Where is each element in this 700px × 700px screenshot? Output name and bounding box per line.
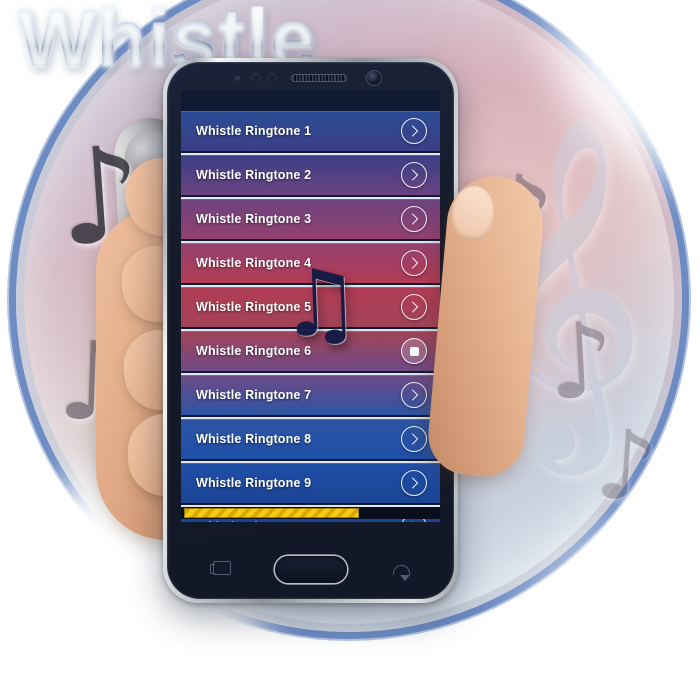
- home-button[interactable]: [274, 556, 347, 583]
- ringtone-row[interactable]: Whistle Ringtone 9: [181, 463, 440, 503]
- ringtone-row[interactable]: Whistle Ringtone 8: [181, 419, 440, 459]
- ringtone-label: Whistle Ringtone 8: [196, 432, 312, 446]
- back-icon[interactable]: [393, 565, 410, 581]
- stop-button[interactable]: [401, 338, 427, 364]
- chevron-right-icon: [406, 125, 419, 137]
- chevron-right-icon: [406, 433, 419, 445]
- play-chevron-button[interactable]: [401, 382, 427, 408]
- play-chevron-button[interactable]: [401, 206, 427, 232]
- ringtone-label: Whistle Ringtone 2: [196, 168, 312, 182]
- phone-sensor-row: [167, 71, 454, 85]
- screenshot-stage: 𝄞 ♪ ♪ ♪ ♪ ♪ Whistle Whistle Ringtone 1Wh…: [0, 0, 700, 700]
- play-chevron-button[interactable]: [401, 470, 427, 496]
- ringtone-row[interactable]: Whistle Ringtone 6: [181, 331, 440, 371]
- chevron-right-icon: [406, 389, 419, 401]
- earpiece-speaker-icon: [291, 74, 347, 82]
- light-sensor-icon: [267, 73, 277, 83]
- ringtone-label: Whistle Ringtone 9: [196, 476, 312, 490]
- ringtone-list[interactable]: Whistle Ringtone 1 Whistle Ringtone 2 Whis…: [181, 111, 440, 522]
- front-camera-icon: [367, 71, 381, 85]
- ringtone-row[interactable]: Whistle Ringtone 2: [181, 155, 440, 195]
- play-chevron-button[interactable]: [401, 294, 427, 320]
- phone-device: Whistle Ringtone 1 Whistle Ringtone 2 Whis…: [163, 58, 458, 603]
- stop-icon: [409, 346, 419, 356]
- ringtone-row[interactable]: Whistle Ringtone 7: [181, 375, 440, 415]
- ringtone-row[interactable]: Whistle Ringtone 1: [181, 111, 440, 151]
- ringtone-label: Whistle Ringtone 1: [196, 124, 312, 138]
- ringtone-label: Whistle Ringtone 3: [196, 212, 312, 226]
- chevron-right-icon: [406, 169, 419, 181]
- chevron-right-icon: [406, 257, 419, 269]
- phone-screen: Whistle Ringtone 1 Whistle Ringtone 2 Whis…: [181, 90, 440, 522]
- ringtone-label: Whistle Ringtone 10: [181, 520, 401, 522]
- play-chevron-button[interactable]: [401, 118, 427, 144]
- play-chevron-button[interactable]: [401, 162, 427, 188]
- ringtone-label: Whistle Ringtone 5: [196, 300, 312, 314]
- chevron-right-icon: [406, 477, 419, 489]
- ringtone-row[interactable]: Whistle Ringtone 3: [181, 199, 440, 239]
- proximity-sensor-icon: [235, 76, 240, 81]
- ringtone-label: Whistle Ringtone 7: [196, 388, 312, 402]
- play-chevron-button[interactable]: [401, 426, 427, 452]
- play-chevron-button[interactable]: [401, 250, 427, 276]
- ringtone-row[interactable]: Whistle Ringtone 4: [181, 243, 440, 283]
- playback-progress-track[interactable]: [181, 507, 440, 519]
- chevron-right-icon: [406, 301, 419, 313]
- playback-progress-fill: [184, 508, 360, 518]
- ringtone-label: Whistle Ringtone 6: [196, 344, 312, 358]
- light-sensor-icon: [251, 73, 261, 83]
- chevron-right-icon: [406, 213, 419, 225]
- chevron-right-icon: [406, 521, 419, 522]
- phone-body: Whistle Ringtone 1 Whistle Ringtone 2 Whis…: [167, 62, 454, 599]
- recent-apps-icon[interactable]: [210, 561, 231, 575]
- ringtone-row[interactable]: Whistle Ringtone 5: [181, 287, 440, 327]
- ringtone-label: Whistle Ringtone 4: [196, 256, 312, 270]
